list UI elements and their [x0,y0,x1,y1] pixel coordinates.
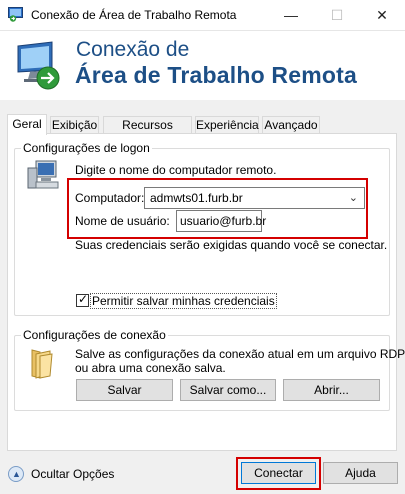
chevron-up-icon[interactable]: ▲ [8,466,24,482]
username-input[interactable]: usuario@furb.br [176,210,266,232]
computer-label: Computador: [75,191,145,205]
hide-options-link[interactable]: Ocultar Opções [31,467,114,481]
computer-combobox-value: admwts01.furb.br [150,191,243,205]
tab-avancado[interactable]: Avançado [262,116,320,134]
tab-panel-geral: Configurações de logon Digite o nome do … [7,133,405,451]
username-label: Nome de usuário: [75,214,170,228]
header-banner: Conexão de Área de Trabalho Remota [0,31,405,100]
connection-group-legend: Configurações de conexão [21,328,168,342]
remote-desktop-icon [8,7,23,22]
open-button[interactable]: Abrir... [283,379,380,401]
save-as-button[interactable]: Salvar como... [180,379,276,401]
logon-prompt: Digite o nome do computador remoto. [75,163,277,177]
connect-button[interactable]: Conectar [241,462,316,484]
close-button[interactable]: ✕ [359,0,405,31]
tab-geral[interactable]: Geral [7,114,47,135]
chevron-down-icon[interactable]: ⌄ [349,188,358,208]
banner-title-line1: Conexão de [76,38,190,61]
credentials-note: Suas credenciais serão exigidas quando v… [75,238,388,252]
tab-exibicao[interactable]: Exibição [50,116,99,134]
maximize-button[interactable]: ☐ [314,0,360,31]
folder-icon [31,349,53,379]
logon-group-legend: Configurações de logon [21,141,152,155]
remote-desktop-logo-icon [17,41,60,90]
title-bar: Conexão de Área de Trabalho Remota — ☐ ✕ [0,0,405,31]
window-title: Conexão de Área de Trabalho Remota [31,8,237,22]
save-button[interactable]: Salvar [76,379,173,401]
tab-experiencia[interactable]: Experiência [195,116,259,134]
save-credentials-label[interactable]: Permitir salvar minhas credenciais [90,293,277,309]
checkmark-icon: ✓ [78,292,89,306]
save-credentials-checkbox[interactable]: ✓ [76,292,89,307]
connection-desc-line2: ou abra uma conexão salva. [75,361,226,375]
connection-desc-line1: Salve as configurações da conexão atual … [75,347,405,361]
computer-icon [27,160,59,189]
computer-combobox[interactable]: admwts01.furb.br ⌄ [144,187,365,209]
help-button[interactable]: Ajuda [323,462,398,484]
minimize-button[interactable]: — [268,0,314,31]
tab-recursos-locais[interactable]: Recursos Locais [103,116,192,148]
banner-title-line2: Área de Trabalho Remota [75,62,357,88]
